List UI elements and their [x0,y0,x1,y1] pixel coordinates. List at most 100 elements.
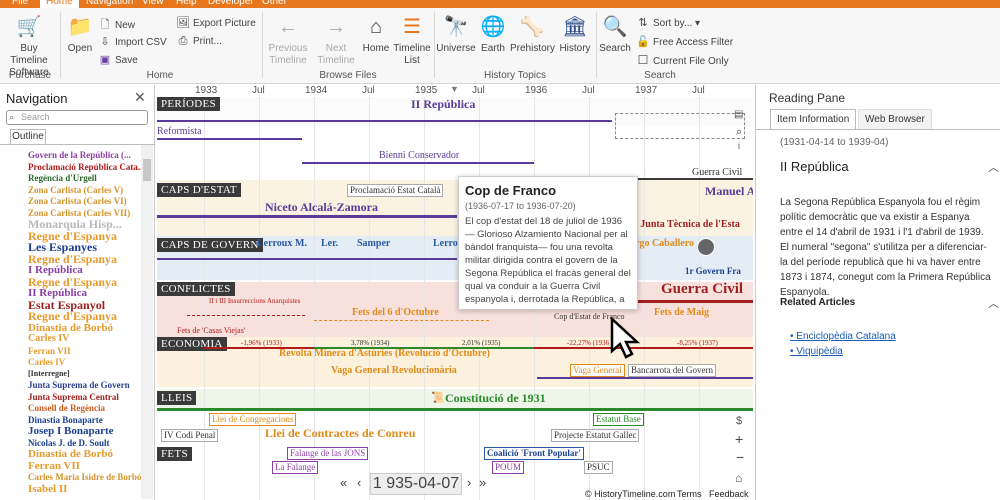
event-vaga-general[interactable]: Vaga General [570,364,625,377]
copyright[interactable]: © HistoryTimeline.com [585,489,675,499]
menu-help[interactable]: Help [176,0,197,8]
outline-item[interactable]: Regne d'Espanya [28,310,117,322]
open-button[interactable]: 📁 Open [64,14,96,55]
event-ii-republica[interactable]: II República [411,98,475,110]
previous-timeline-button[interactable]: ← Previous Timeline [266,14,310,67]
menu-navigation[interactable]: Navigation [86,0,133,8]
outline-item[interactable]: [Interregne] [28,368,70,380]
event-manuel-azana[interactable]: Manuel Aza [705,185,753,197]
event-largo-caballero[interactable]: rgo Caballero [635,238,694,250]
outline-item[interactable]: Regne d'Espanya [28,276,117,288]
link-viquipedia[interactable]: • Viquipèdia [790,346,843,357]
event-falange-jons[interactable]: Falange de las JONS [287,447,369,460]
event-bienni-conservador[interactable]: Bienni Conservador [379,150,459,162]
event-ler[interactable]: Ler. [321,238,338,250]
menu-file[interactable]: File [12,0,28,8]
close-icon[interactable]: ✕ [134,89,146,106]
outline-item[interactable]: Regència d'Urgell [28,172,97,184]
zoom-in-icon[interactable]: + [735,431,743,447]
timeline-view[interactable]: 1933 Jul 1934 Jul 1935 Jul 1936 Jul 1937… [157,85,753,500]
outline-item[interactable]: Proclamació República Cata... [28,161,145,173]
current-file-checkbox[interactable]: ☐ Current File Only [636,53,729,67]
outline-item[interactable]: Isabel II [28,483,67,495]
search-button[interactable]: 🔍 Search [598,14,632,55]
event-guerra-civil-conflict[interactable]: Guerra Civil [661,282,743,297]
next-icon[interactable]: › [467,475,471,490]
save-button[interactable]: ▣ Save [98,53,138,66]
outline-item[interactable]: Josep I Bonaparte [28,425,114,437]
event-govern-franco[interactable]: 1r Govern Fra [685,265,741,277]
menu-developer[interactable]: Developer [208,0,254,8]
event-bancarrota[interactable]: Bancarrota del Govern [628,364,716,377]
tab-outline[interactable]: Outline [10,129,46,144]
event-vaga-revolucionaria[interactable]: Vaga General Revolucionària [331,365,457,377]
menu-home[interactable]: Home [40,0,79,8]
outline-item[interactable]: Govern de la República (... [28,149,131,161]
terms-link[interactable]: Terms [677,489,702,499]
outline-item[interactable]: Carles IV [28,333,69,345]
search-icon[interactable]: ⌕ [736,126,742,139]
event-alcala-zamora[interactable]: Niceto Alcalá-Zamora [265,201,378,213]
outline-item[interactable]: Nicolas J. de D. Soult [28,437,110,449]
tab-web-browser[interactable]: Web Browser [858,109,932,129]
event-lerroux[interactable]: Lerroux [257,238,292,250]
toggle-view-icon[interactable]: ▤ [734,109,743,120]
nav-scrollbar[interactable] [141,145,153,499]
event-projecte-estatut-gallec[interactable]: Projecte Estatut Gallec [551,429,640,442]
import-csv-button[interactable]: ⇩ Import CSV [98,35,166,48]
outline-item[interactable]: Consell de Regència [28,402,105,414]
event-constitucio-1931[interactable]: Constitució de 1931 [445,392,546,404]
outline-item[interactable]: Dinastia de Borbó [28,322,113,334]
event-estatut-base[interactable]: Estatut Base [593,413,644,426]
home-icon[interactable]: ⌂ [735,471,742,485]
outline-item[interactable]: Ferran VII [28,460,80,472]
link-enciclopedia[interactable]: • Enciclopèdia Catalana [790,331,896,342]
print-button[interactable]: ⎙ Print... [176,35,222,48]
outline-item[interactable]: Dinastia de Borbó [28,448,113,460]
free-access-filter-button[interactable]: 🔓 Free Access Filter [636,35,733,48]
event-lerroux-2[interactable]: Lerro [433,238,458,250]
outline-item[interactable]: Junta Suprema de Govern [28,379,130,391]
event-fets-maig[interactable]: Fets de Maig [654,307,709,319]
menu-view[interactable]: View [142,0,164,8]
event-la-falange[interactable]: La Falange [272,461,319,474]
universe-button[interactable]: 🔭 Universe [436,14,476,55]
event-casas-viejas[interactable]: Fets de 'Casas Viejas' [177,325,245,337]
outline-item[interactable]: Zona Carlista (Carles VI) [28,195,127,207]
nav-search-input[interactable]: Search [6,110,148,125]
last-page-icon[interactable]: » [479,475,486,490]
outline-item[interactable]: Zona Carlista (Carles V) [28,184,123,196]
info-icon[interactable]: i [738,141,740,151]
event-codi-penal[interactable]: IV Codi Penal [161,429,219,442]
event-llei-contractes[interactable]: Llei de Contractes de Conreu [265,427,415,439]
event-poum[interactable]: POUM [492,461,525,474]
event-reformista[interactable]: Reformista [157,126,201,138]
first-page-icon[interactable]: « [340,475,347,490]
chevron-up-icon[interactable]: ︿ [988,159,999,175]
event-junta-tecnica[interactable]: l Junta Tècnica de l'Esta [635,219,740,231]
event-psuc[interactable]: PSUC [584,461,613,474]
history-button[interactable]: 🏛 History [556,14,594,55]
next-timeline-button[interactable]: → Next Timeline [314,14,358,67]
outline-item[interactable]: Junta Suprema Central [28,391,119,403]
menu-other[interactable]: Other [262,0,287,8]
event-samper[interactable]: Samper [357,238,390,250]
outline-item[interactable]: Carles IV [28,356,65,368]
nav-scroll-thumb[interactable] [143,159,151,181]
outline-item[interactable]: Carles Maria Isidre de Borbó [28,471,141,483]
sort-by-button[interactable]: ⇅ Sort by... ▾ [636,16,700,29]
event-proclamacio[interactable]: Proclamació Estat Català [347,184,444,197]
outline-item[interactable]: Ferran VII [28,345,71,357]
chevron-up-icon[interactable]: ︿ [988,295,999,311]
event-llei-congregacions[interactable]: Llei de Congregacions [209,413,297,426]
dollar-icon[interactable]: $ [736,415,742,427]
link-enciclopedia-label[interactable]: Enciclopèdia Catalana [796,331,896,342]
event-fets-6-octubre[interactable]: Fets del 6 d'Octubre [352,307,439,319]
avatar[interactable] [697,238,715,256]
prehistory-button[interactable]: 🦴 Prehistory [510,14,555,55]
event-revolta-minera[interactable]: Revolta Minera d'Astúries (Revolució d'O… [279,348,490,360]
export-picture-button[interactable]: 🖼 Export Picture [176,16,256,29]
home-button[interactable]: ⌂ Home [360,14,392,55]
previous-icon[interactable]: ‹ [357,475,361,490]
outline-item[interactable]: Dinastia Bonaparte [28,414,103,426]
